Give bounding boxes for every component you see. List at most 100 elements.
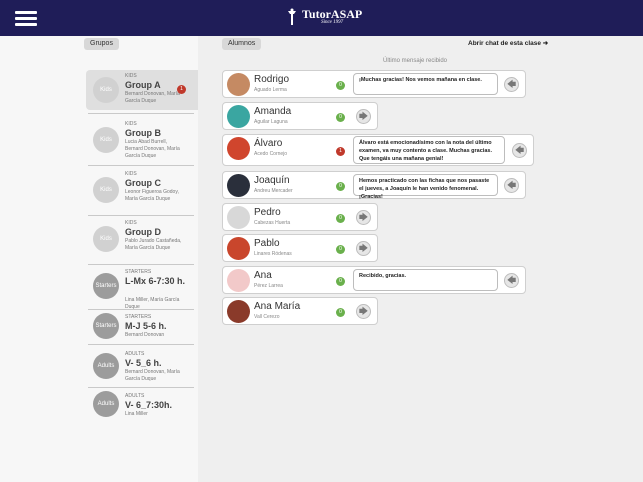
student-name: Joaquín <box>254 175 290 186</box>
group-members: Bernard Donovan, María García Duque <box>125 369 180 382</box>
message-count-badge: 0 <box>336 113 345 122</box>
student-name: Pablo <box>254 238 280 249</box>
group-avatar: Starters <box>93 273 119 299</box>
group-divider <box>88 387 194 388</box>
student-surname: Aguado Lerma <box>254 87 287 93</box>
group-avatar: Adults <box>93 353 119 379</box>
message-count-badge: 1 <box>336 147 345 156</box>
brand-logo: TutorASAP Since 1997 <box>286 8 362 30</box>
student-avatar <box>227 137 250 160</box>
last-message-bubble[interactable]: Recibido, gracias. <box>353 269 498 291</box>
student-name: Álvaro <box>254 138 283 149</box>
group-kind: STARTERS <box>125 269 152 275</box>
open-class-chat-link[interactable]: Abrir chat de esta clase ➜ <box>468 39 548 47</box>
student-surname: Aguilar Laguna <box>254 119 288 125</box>
student-row[interactable]: Ana Pérez Larrea 0 Recibido, gracias. 🡄 <box>222 266 526 294</box>
student-row[interactable]: Amanda Aguilar Laguna 0 🡆 <box>222 102 378 130</box>
group-item[interactable]: Adults ADULTS V- 6_7:30h. Lina Miller <box>86 390 198 418</box>
message-count-badge: 0 <box>336 81 345 90</box>
student-avatar <box>227 300 250 323</box>
group-name: Group D <box>125 227 161 237</box>
arrow-right-icon[interactable]: 🡆 <box>356 304 371 319</box>
group-item[interactable]: Kids KIDS Group D Pablo Jurado Castañeda, M… <box>86 217 198 261</box>
group-kind: KIDS <box>125 220 137 226</box>
group-item[interactable]: Kids KIDS Group C Leonor Figueroa Godoy, Ma… <box>86 168 198 212</box>
last-message-heading: Último mensaje recibido <box>382 58 448 64</box>
last-message-bubble[interactable]: ¡Muchas gracias! Nos vemos mañana en cla… <box>353 73 498 95</box>
message-count-badge: 0 <box>336 308 345 317</box>
group-members: Bernard Donovan, María García Duque <box>125 91 180 104</box>
group-kind: KIDS <box>125 121 137 127</box>
student-avatar <box>227 105 250 128</box>
torch-logo-icon <box>288 8 296 25</box>
group-divider <box>88 264 194 265</box>
student-avatar <box>227 174 250 197</box>
group-name: V- 6_7:30h. <box>125 400 173 410</box>
group-divider <box>88 344 194 345</box>
arrow-right-icon[interactable]: 🡆 <box>356 210 371 225</box>
arrow-left-icon[interactable]: 🡄 <box>504 178 519 193</box>
group-divider <box>88 165 194 166</box>
arrow-left-icon[interactable]: 🡄 <box>504 273 519 288</box>
arrow-right-icon[interactable]: 🡆 <box>356 109 371 124</box>
student-surname: Linares Ródenas <box>254 251 292 257</box>
message-count-badge: 0 <box>336 182 345 191</box>
unread-badge: 1 <box>177 85 186 94</box>
student-row[interactable]: Pablo Linares Ródenas 0 🡆 <box>222 234 378 262</box>
group-members: Bernard Donovan <box>125 332 165 338</box>
group-item[interactable]: Kids KIDS Group B Lucia Abad Burrell, Berna… <box>86 118 198 162</box>
student-row[interactable]: Joaquín Andreu Mercader 0 Hemos practicado … <box>222 171 526 200</box>
student-surname: Cabezas Huerta <box>254 220 291 226</box>
group-kind: KIDS <box>125 73 137 79</box>
student-name: Amanda <box>254 106 292 117</box>
group-name: Group A <box>125 80 161 90</box>
student-avatar <box>227 206 250 229</box>
last-message-bubble[interactable]: Álvaro está emocionadísimo con la nota d… <box>353 136 505 164</box>
group-kind: ADULTS <box>125 351 145 357</box>
group-avatar: Starters <box>93 313 119 339</box>
group-name: L-Mx 6-7:30 h. <box>125 276 186 286</box>
student-avatar <box>227 269 250 292</box>
group-members: Pablo Jurado Castañeda, María García Duq… <box>125 238 182 251</box>
brand-since: Since 1997 <box>321 20 344 25</box>
group-avatar: Adults <box>93 391 119 417</box>
student-avatar <box>227 237 250 260</box>
group-members: Lucia Abad Burrell, Bernard Donovan, Mar… <box>125 139 180 159</box>
student-row[interactable]: Ana María Vall Cerezo 0 🡆 <box>222 297 378 325</box>
student-surname: Acedo Cornejo <box>254 151 288 157</box>
student-row[interactable]: Álvaro Acedo Cornejo 1 Álvaro está emociona… <box>222 134 534 166</box>
group-name: Group C <box>125 178 161 188</box>
group-avatar: Kids <box>93 177 119 203</box>
arrow-left-icon[interactable]: 🡄 <box>504 77 519 92</box>
last-message-bubble[interactable]: Hemos practicado con las fichas que nos … <box>353 174 498 200</box>
group-members: Leonor Figueroa Godoy, María García Duqu… <box>125 189 179 202</box>
arrow-left-icon[interactable]: 🡄 <box>512 143 527 158</box>
student-row[interactable]: Rodrigo Aguado Lerma 0 ¡Muchas gracias! Nos… <box>222 70 526 98</box>
group-kind: STARTERS <box>125 314 152 320</box>
student-name: Ana <box>254 270 272 281</box>
hamburger-menu-icon[interactable] <box>15 11 37 27</box>
student-surname: Andreu Mercader <box>254 188 293 194</box>
student-name: Ana María <box>254 301 301 312</box>
app-header: TutorASAP Since 1997 <box>0 0 643 36</box>
student-surname: Pérez Larrea <box>254 283 283 289</box>
group-avatar: Kids <box>93 77 119 103</box>
group-divider <box>88 215 194 216</box>
tab-alumnos[interactable]: Alumnos <box>222 38 262 50</box>
student-name: Pedro <box>254 207 281 218</box>
group-kind: ADULTS <box>125 393 145 399</box>
message-count-badge: 0 <box>336 245 345 254</box>
arrow-right-icon[interactable]: 🡆 <box>356 241 371 256</box>
student-surname: Vall Cerezo <box>254 314 280 320</box>
tab-grupos[interactable]: Grupos <box>84 38 119 50</box>
group-name: V- 5_6 h. <box>125 358 162 368</box>
group-item[interactable]: Kids KIDS Group A Bernard Donovan, María Ga… <box>86 70 198 110</box>
brand-name: TutorASAP <box>302 7 363 21</box>
group-divider <box>88 113 194 114</box>
message-count-badge: 0 <box>336 277 345 286</box>
group-item[interactable]: Adults ADULTS V- 5_6 h. Bernard Donovan, Ma… <box>86 348 198 384</box>
group-item[interactable]: Starters STARTERS M-J 5-6 h. Bernard Donova… <box>86 311 198 341</box>
student-avatar <box>227 73 250 96</box>
group-item[interactable]: Starters STARTERS L-Mx 6-7:30 h. Lina Mille… <box>86 266 198 310</box>
student-row[interactable]: Pedro Cabezas Huerta 0 🡆 <box>222 203 378 231</box>
